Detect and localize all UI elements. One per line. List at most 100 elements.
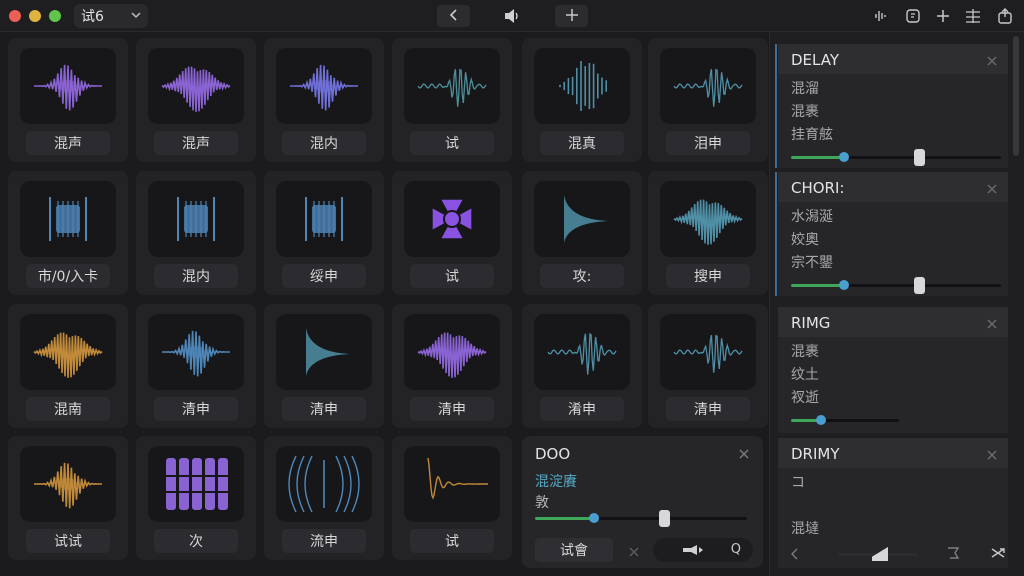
sample-label[interactable]: 清申 <box>154 397 238 421</box>
waveform-thumbnail[interactable] <box>276 181 372 257</box>
shuffle-icon[interactable] <box>990 545 1006 565</box>
effect-header[interactable]: DRIMY <box>778 438 1008 468</box>
sample-label[interactable]: 混南 <box>26 397 110 421</box>
waveform-icon[interactable] <box>871 6 891 26</box>
waveform-thumbnail[interactable] <box>148 48 244 124</box>
effect-slider-dot[interactable] <box>816 415 827 425</box>
effect-slider-dot[interactable] <box>838 280 849 290</box>
close-window-button[interactable] <box>9 10 21 22</box>
waveform-thumbnail[interactable] <box>534 48 630 124</box>
sample-label[interactable]: 混内 <box>154 264 238 288</box>
doo-output-pill[interactable]: Q <box>653 538 753 562</box>
effect-option[interactable]: 宗不鑍 <box>791 252 833 272</box>
clip-icon[interactable] <box>946 545 960 565</box>
sample-tile[interactable]: 清申 <box>136 304 256 428</box>
sample-tile[interactable]: 试 <box>392 38 512 162</box>
sample-tile[interactable]: 次 <box>136 436 256 560</box>
waveform-thumbnail[interactable] <box>660 48 756 124</box>
share-icon[interactable] <box>995 6 1015 26</box>
sample-label[interactable]: 混声 <box>26 131 110 155</box>
waveform-thumbnail[interactable] <box>404 446 500 522</box>
waveform-thumbnail[interactable] <box>148 446 244 522</box>
sample-tile[interactable]: 清申 <box>392 304 512 428</box>
effect-option[interactable]: 混溜 <box>791 78 819 98</box>
master-slider[interactable] <box>838 547 918 561</box>
sample-tile[interactable]: 清申 <box>264 304 384 428</box>
sample-tile[interactable]: 清申 <box>648 304 768 428</box>
close-icon[interactable] <box>986 446 998 465</box>
effect-option[interactable]: 混裹 <box>791 101 819 121</box>
sample-label[interactable]: 试 <box>410 264 494 288</box>
waveform-thumbnail[interactable] <box>404 48 500 124</box>
mixer-icon[interactable] <box>963 6 983 26</box>
waveform-thumbnail[interactable] <box>404 181 500 257</box>
minimize-window-button[interactable] <box>29 10 41 22</box>
waveform-thumbnail[interactable] <box>534 181 630 257</box>
close-icon[interactable] <box>628 543 640 562</box>
effect-slider-handle[interactable] <box>914 149 926 166</box>
sample-label[interactable]: 混内 <box>282 131 366 155</box>
sample-label[interactable]: 搜申 <box>666 264 750 288</box>
waveform-thumbnail[interactable] <box>534 314 630 390</box>
waveform-thumbnail[interactable] <box>276 314 372 390</box>
effect-header[interactable]: DELAY <box>778 44 1008 74</box>
volume-icon[interactable] <box>502 6 522 26</box>
waveform-thumbnail[interactable] <box>20 181 116 257</box>
waveform-thumbnail[interactable] <box>20 48 116 124</box>
sample-tile[interactable]: 试 <box>392 436 512 560</box>
zoom-window-button[interactable] <box>49 10 61 22</box>
effect-option[interactable]: 纹土 <box>791 364 819 384</box>
waveform-thumbnail[interactable] <box>276 48 372 124</box>
waveform-thumbnail[interactable] <box>20 314 116 390</box>
sample-tile[interactable]: 搜申 <box>648 171 768 295</box>
sample-label[interactable]: 淆申 <box>540 397 624 421</box>
effect-option[interactable]: 混裹 <box>791 341 819 361</box>
plus-icon[interactable] <box>933 6 953 26</box>
effect-slider[interactable] <box>791 415 899 425</box>
sample-label[interactable]: 市/0/入卡 <box>26 264 110 288</box>
sample-label[interactable]: 混声 <box>154 131 238 155</box>
effect-slider-handle[interactable] <box>914 277 926 294</box>
sample-label[interactable]: 绥申 <box>282 264 366 288</box>
sample-tile[interactable]: 流申 <box>264 436 384 560</box>
sample-label[interactable]: 攻: <box>540 264 624 288</box>
sample-tile[interactable]: 混内 <box>264 38 384 162</box>
scrollbar[interactable] <box>1013 36 1019 156</box>
waveform-thumbnail[interactable] <box>276 446 372 522</box>
close-icon[interactable] <box>986 315 998 334</box>
effect-option[interactable]: 挂育舷 <box>791 124 833 144</box>
effect-header[interactable]: CHORI: <box>778 172 1008 202</box>
sample-label[interactable]: 试 <box>410 529 494 553</box>
effect-slider[interactable] <box>791 149 1001 166</box>
doo-slider-handle[interactable] <box>659 510 671 527</box>
waveform-thumbnail[interactable] <box>148 181 244 257</box>
doo-slider[interactable] <box>535 510 747 527</box>
sample-tile[interactable]: 绥申 <box>264 171 384 295</box>
effect-slider[interactable] <box>791 277 1001 294</box>
effect-option[interactable]: 混墶 <box>791 518 819 538</box>
waveform-thumbnail[interactable] <box>660 181 756 257</box>
doo-button[interactable]: 试會 <box>535 538 613 562</box>
sample-tile[interactable]: 试 <box>392 171 512 295</box>
sample-label[interactable]: 清申 <box>282 397 366 421</box>
master-slider-handle[interactable] <box>872 547 888 561</box>
sample-tile[interactable]: 攻: <box>522 171 642 295</box>
effect-option[interactable]: 衩逝 <box>791 387 819 407</box>
chevron-left-icon[interactable] <box>790 546 800 565</box>
sample-tile[interactable]: 市/0/入卡 <box>8 171 128 295</box>
add-button[interactable] <box>555 5 588 27</box>
effect-option[interactable]: コ <box>791 472 805 492</box>
sample-label[interactable]: 泪申 <box>666 131 750 155</box>
close-icon[interactable] <box>986 52 998 71</box>
sample-label[interactable]: 混真 <box>540 131 624 155</box>
sample-tile[interactable]: 混声 <box>8 38 128 162</box>
effect-option[interactable]: 姣奧 <box>791 229 819 249</box>
sample-tile[interactable]: 混南 <box>8 304 128 428</box>
sample-tile[interactable]: 试试 <box>8 436 128 560</box>
sample-tile[interactable]: 淆申 <box>522 304 642 428</box>
sample-label[interactable]: 次 <box>154 529 238 553</box>
close-icon[interactable] <box>738 445 750 464</box>
waveform-thumbnail[interactable] <box>660 314 756 390</box>
effect-slider-dot[interactable] <box>838 152 849 162</box>
sample-tile[interactable]: 混声 <box>136 38 256 162</box>
